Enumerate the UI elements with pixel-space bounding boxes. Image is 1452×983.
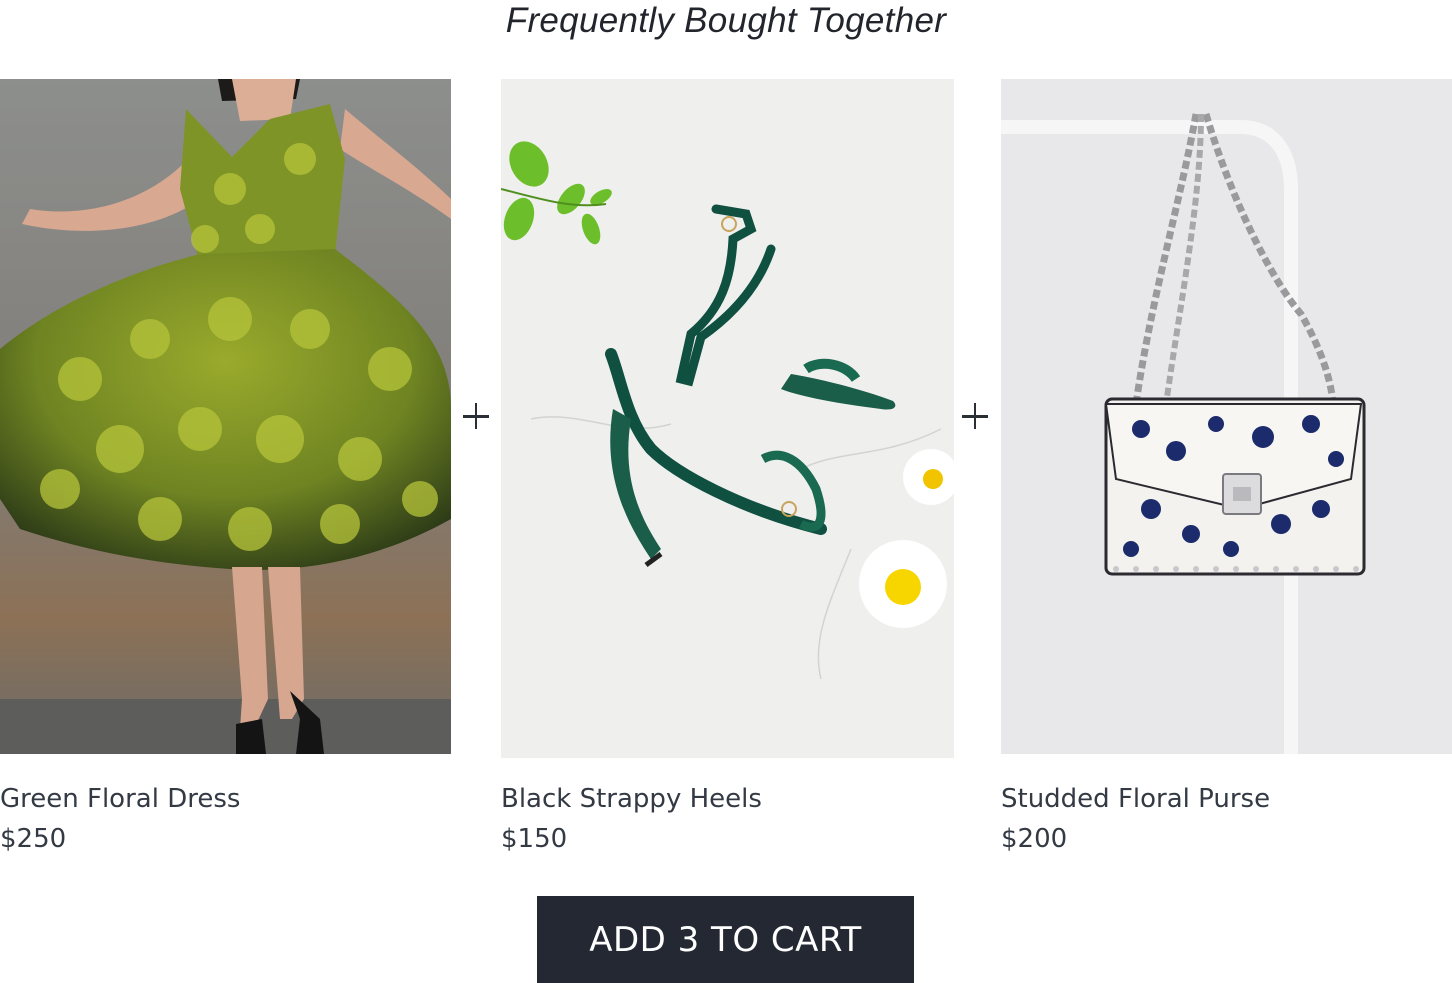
product-price: $200: [1001, 824, 1068, 854]
dress-image[interactable]: [0, 79, 451, 754]
product-name[interactable]: Green Floral Dress: [0, 779, 240, 819]
heels-image[interactable]: [501, 79, 954, 758]
product-name[interactable]: Studded Floral Purse: [1001, 779, 1270, 819]
add-to-cart-button[interactable]: ADD 3 TO CART: [537, 896, 914, 983]
product-price: $250: [0, 824, 67, 854]
product-price: $150: [501, 824, 568, 854]
product-name[interactable]: Black Strappy Heels: [501, 779, 762, 819]
plus-icon: [461, 401, 491, 431]
plus-icon: [960, 401, 990, 431]
purse-image[interactable]: [1001, 79, 1452, 754]
section-title: Frequently Bought Together: [505, 1, 947, 40]
